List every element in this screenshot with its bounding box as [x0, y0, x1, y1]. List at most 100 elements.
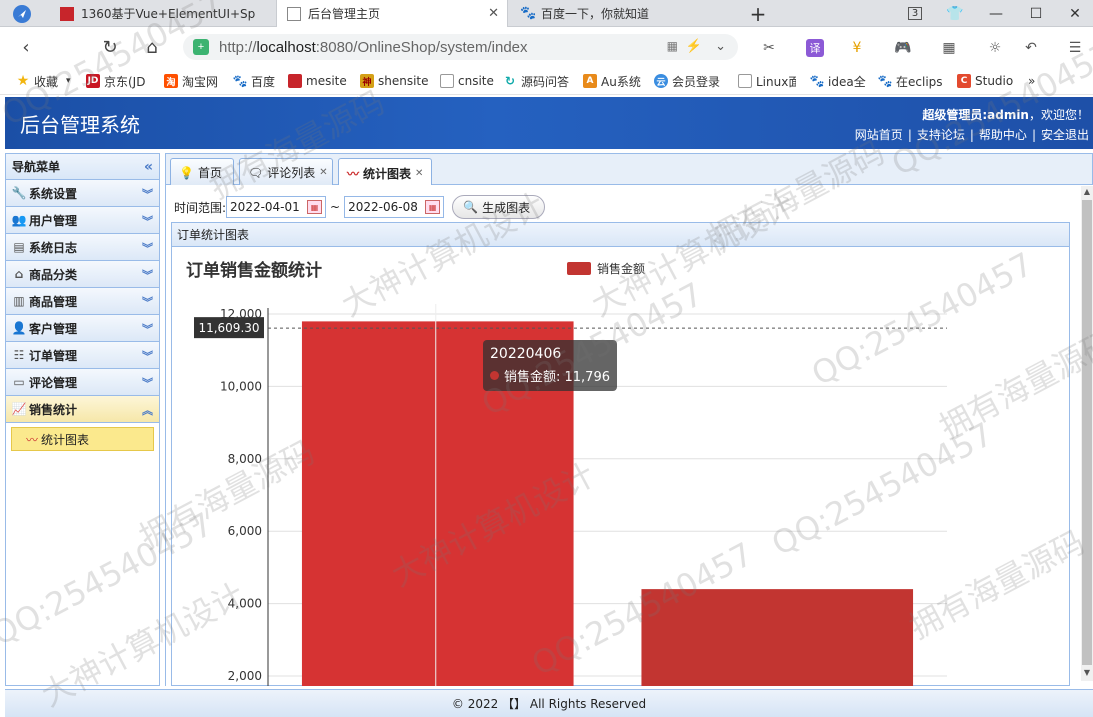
close-tab-icon[interactable]: ✕	[415, 168, 423, 179]
line-chart-icon: 〰	[347, 166, 360, 181]
chevron-down-icon: ︾	[142, 242, 153, 255]
link-forum[interactable]: 支持论坛	[917, 128, 965, 142]
chart-icon: 📈	[11, 402, 27, 416]
tab-stats-chart[interactable]: 〰统计图表 ✕	[338, 158, 432, 187]
tab-comment-list[interactable]: 🗨 评论列表 ✕	[239, 158, 333, 186]
bookmark-idea[interactable]: 🐾 idea全	[810, 72, 866, 90]
favicon-icon	[60, 6, 74, 21]
bookmark-jd[interactable]: JD 京东(JD	[86, 72, 152, 90]
link-help[interactable]: 帮助中心	[979, 128, 1027, 142]
scroll-up-icon[interactable]: ▲	[1082, 187, 1092, 199]
bookmark-member[interactable]: 云会员登录	[654, 72, 720, 90]
bookmark-studio[interactable]: C Studio	[957, 72, 1015, 90]
translate-icon[interactable]: 译	[806, 39, 824, 57]
bookmark-qa[interactable]: ↻ 源码问答	[503, 72, 569, 90]
bookmark-shensite[interactable]: 神 shensite	[360, 72, 429, 90]
collapse-icon[interactable]: «	[144, 159, 153, 175]
coin-icon[interactable]: ¥	[848, 39, 866, 57]
sidebar-item-comment[interactable]: ▭ 评论管理 ︾	[6, 369, 159, 396]
scroll-thumb[interactable]	[1082, 200, 1092, 665]
vertical-scrollbar[interactable]: ▲ ▼	[1081, 186, 1093, 681]
browser-tab-2[interactable]: 后台管理主页 ✕	[276, 0, 508, 27]
address-bar[interactable]: + http://localhost:8080/OnlineShop/syste…	[183, 34, 738, 60]
legend-swatch[interactable]	[567, 262, 591, 275]
undo-icon[interactable]: ↶	[1022, 39, 1040, 57]
bookmark-baidu[interactable]: 🐾 百度	[233, 72, 275, 90]
bookmark-linux[interactable]: Linux面	[738, 72, 796, 90]
scroll-down-icon[interactable]: ▼	[1082, 668, 1092, 680]
bookmark-taobao[interactable]: 淘淘宝网	[164, 72, 218, 90]
bookmark-cnsite[interactable]: cnsite	[440, 72, 494, 90]
tab-label: 1360基于Vue+ElementUI+Sp	[81, 7, 256, 21]
shirt-icon[interactable]: 👕	[937, 0, 973, 27]
star-icon: ★	[16, 73, 30, 89]
game-icon[interactable]: 🎮	[894, 39, 912, 57]
sidebar-subitem-chart[interactable]: 〰统计图表	[11, 427, 154, 451]
category-icon: ⌂	[14, 267, 24, 281]
bar[interactable]	[641, 589, 914, 686]
comment-icon: ▭	[13, 375, 25, 389]
bookmark-eclipse[interactable]: 🐾 在eclips	[878, 72, 944, 90]
close-window-button[interactable]: ✕	[1057, 0, 1093, 27]
home-icon[interactable]: ⌂	[140, 35, 164, 59]
chevron-down-icon: ︾	[142, 350, 153, 363]
browser-tab-3[interactable]: 🐾 百度一下，你就知道	[510, 0, 740, 27]
sidebar-item-system-settings[interactable]: 🔧 系统设置 ︾	[6, 180, 159, 207]
new-tab-button[interactable]: +	[740, 0, 776, 27]
start-date-input[interactable]: 2022-04-01 ▦	[226, 196, 327, 218]
bookmark-mesite[interactable]: mesite	[288, 72, 347, 90]
goods-icon: ▥	[13, 294, 25, 308]
y-tick-label: 2,000	[228, 669, 262, 683]
browser-logo-icon[interactable]	[6, 0, 38, 27]
browser-tab-strip: 1360基于Vue+ElementUI+Sp 后台管理主页 ✕ 🐾 百度一下，你…	[0, 0, 1093, 27]
range-label: 时间范围:	[174, 200, 227, 215]
close-tab-icon[interactable]: ✕	[488, 6, 499, 21]
tooltip-title: 20220406	[490, 346, 562, 362]
sidebar-item-customer[interactable]: 👤 客户管理 ︾	[6, 315, 159, 342]
sidebar-item-system-log[interactable]: ▤ 系统日志 ︾	[6, 234, 159, 261]
sidebar-item-sales-stats[interactable]: 📈 销售统计 ︽	[6, 396, 159, 423]
maximize-button[interactable]: ☐	[1018, 0, 1054, 27]
minimize-button[interactable]: —	[978, 0, 1014, 27]
crosshair-label: 11,609.30	[198, 321, 259, 335]
link-site-home[interactable]: 网站首页	[855, 128, 903, 142]
bookmarks-more-button[interactable]: »	[1028, 72, 1035, 90]
browser-tab-1[interactable]: 1360基于Vue+ElementUI+Sp	[50, 0, 276, 27]
tab-label: 百度一下，你就知道	[541, 7, 650, 21]
sidebar-item-goods[interactable]: ▥ 商品管理 ︾	[6, 288, 159, 315]
y-tick-label: 10,000	[220, 379, 262, 393]
sidebar-item-order[interactable]: ☷ 订单管理 ︾	[6, 342, 159, 369]
back-icon[interactable]: ‹	[14, 35, 38, 59]
apps-grid-icon[interactable]: ▦	[940, 39, 958, 57]
chevron-down-icon[interactable]: ⌄	[715, 38, 726, 54]
tab-label: 后台管理主页	[308, 7, 381, 21]
bookmark-favorites[interactable]: ★ 收藏 ▾	[16, 72, 71, 90]
calendar-icon[interactable]: ▦	[307, 200, 323, 214]
end-date-input[interactable]: 2022-06-08 ▦	[344, 196, 445, 218]
menu-icon[interactable]: ☰	[1066, 39, 1084, 57]
lightning-icon[interactable]: ⚡	[686, 38, 702, 54]
qr-icon[interactable]: ▦	[667, 39, 678, 53]
reload-icon[interactable]: ↻	[98, 35, 122, 59]
search-icon: 🔍	[463, 200, 479, 214]
bookmark-au[interactable]: A Au系统	[583, 72, 641, 90]
calendar-icon[interactable]: ▦	[425, 200, 441, 214]
close-tab-icon[interactable]: ✕	[319, 167, 327, 178]
generate-chart-button[interactable]: 🔍 生成图表	[452, 195, 546, 219]
brightness-icon[interactable]: ☼	[986, 39, 1004, 57]
sidebar-item-category[interactable]: ⌂ 商品分类 ︾	[6, 261, 159, 288]
customer-icon: 👤	[11, 321, 27, 335]
scissors-icon[interactable]: ✂	[760, 39, 778, 57]
y-tick-label: 6,000	[228, 524, 262, 538]
y-axis: 2,0004,0006,0008,00010,00012,000	[220, 307, 269, 686]
wrench-icon: 🔧	[11, 186, 27, 200]
chevron-down-icon: ︾	[142, 323, 153, 336]
order-icon: ☷	[13, 348, 25, 362]
tab-count-button[interactable]: 3	[897, 0, 933, 27]
tab-home[interactable]: 💡 首页	[170, 158, 234, 186]
favicon-icon	[287, 6, 301, 21]
url-path: :8080/OnlineShop/system/index	[315, 38, 528, 56]
link-logout[interactable]: 安全退出	[1041, 128, 1089, 142]
sidebar-item-user-management[interactable]: 👥 用户管理 ︾	[6, 207, 159, 234]
legend-label[interactable]: 销售金额	[597, 261, 645, 276]
